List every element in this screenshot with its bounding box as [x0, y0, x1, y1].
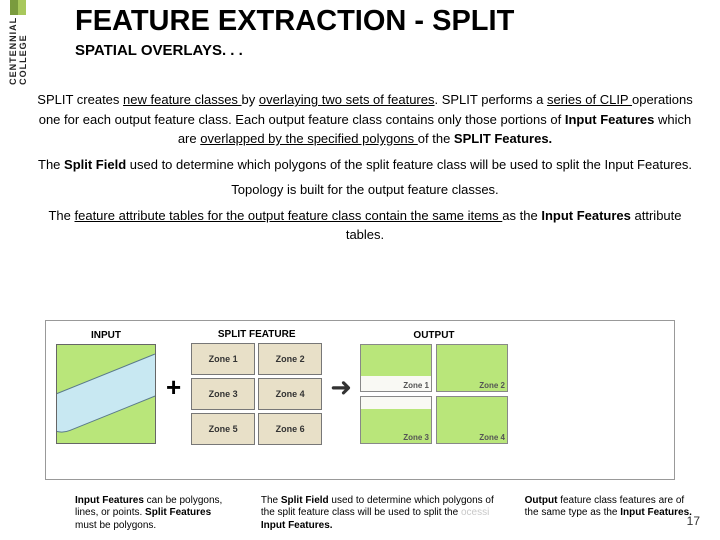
arrow-icon: ➜ [328, 372, 354, 403]
para-1: SPLIT creates new feature classes by ove… [30, 90, 700, 149]
split-diagram: INPUT + SPLIT FEATURE Zone 1 Zone 2 Zone… [45, 320, 675, 480]
output-zone: Zone 1 [360, 344, 432, 392]
output-zone: Zone 4 [436, 396, 508, 444]
split-grid: Zone 1 Zone 2 Zone 3 Zone 4 Zone 5 Zone … [191, 343, 322, 445]
plus-icon: + [162, 372, 185, 403]
zone-cell: Zone 5 [191, 413, 255, 445]
page-subtitle: SPATIAL OVERLAYS. . . [75, 42, 243, 59]
split-label: SPLIT FEATURE [191, 329, 322, 340]
caption-input: Input Features can be polygons, lines, o… [75, 495, 231, 533]
zone-cell: Zone 6 [258, 413, 322, 445]
input-label: INPUT [56, 330, 156, 341]
caption-split: The Split Field used to determine which … [261, 495, 495, 533]
zone-cell: Zone 2 [258, 343, 322, 375]
para-3: Topology is built for the output feature… [30, 180, 700, 200]
river-shape [56, 351, 156, 439]
zone-cell: Zone 4 [258, 378, 322, 410]
output-zone: Zone 2 [436, 344, 508, 392]
zone-cell: Zone 3 [191, 378, 255, 410]
output-zone: Zone 3 [360, 396, 432, 444]
output-label: OUTPUT [360, 330, 508, 341]
input-column: INPUT [56, 330, 156, 444]
logo-mark [10, 0, 26, 15]
body-text: SPLIT creates new feature classes by ove… [30, 90, 700, 251]
page-number: 17 [687, 514, 700, 528]
zone-cell: Zone 1 [191, 343, 255, 375]
college-logo: CENTENNIAL COLLEGE [8, 0, 28, 85]
diagram-captions: Input Features can be polygons, lines, o… [75, 495, 700, 533]
page-title: FEATURE EXTRACTION - SPLIT [75, 5, 514, 38]
split-column: SPLIT FEATURE Zone 1 Zone 2 Zone 3 Zone … [191, 329, 322, 445]
input-map [56, 344, 156, 444]
para-4: The feature attribute tables for the out… [30, 206, 700, 245]
output-grid: Zone 1 Zone 2 Zone 3 Zone 4 [360, 344, 508, 444]
output-column: OUTPUT Zone 1 Zone 2 Zone 3 Zone 4 [360, 330, 508, 444]
logo-text: CENTENNIAL COLLEGE [8, 17, 28, 85]
caption-output: Output feature class features are of the… [525, 495, 700, 533]
para-2: The Split Field used to determine which … [30, 155, 700, 175]
